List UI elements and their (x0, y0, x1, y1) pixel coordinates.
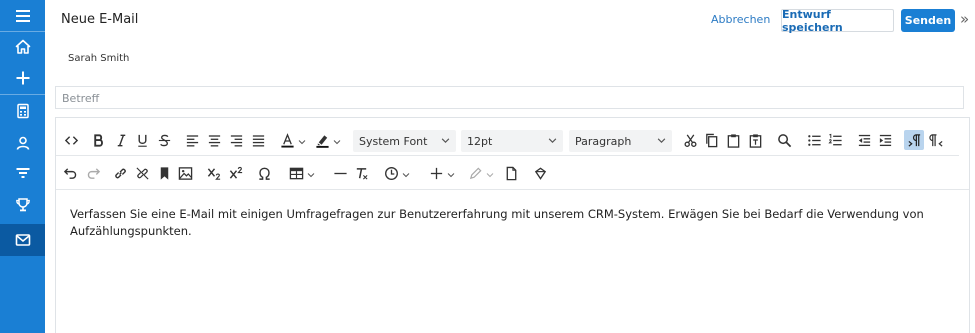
clock-icon (385, 166, 398, 180)
chevron-down-icon (447, 164, 455, 183)
sidebar (0, 0, 45, 333)
text-color-button[interactable] (278, 130, 308, 150)
font-family-value: System Font (359, 134, 428, 148)
insert-button[interactable] (427, 163, 457, 183)
table-icon (289, 167, 304, 179)
home-icon[interactable] (0, 32, 45, 62)
recipient-chip[interactable]: Sarah Smith (68, 53, 129, 64)
chevron-down-icon (333, 131, 341, 150)
toolbar-row-2 (56, 156, 969, 188)
highlighter-icon (316, 134, 329, 148)
rich-text-editor: System Font 12pt Paragraph Verfassen Sie… (55, 117, 970, 333)
sidebar-divider (0, 94, 45, 95)
undo-icon[interactable] (62, 163, 78, 183)
rtl-direction-icon[interactable] (927, 130, 945, 150)
block-format-value: Paragraph (575, 134, 632, 148)
image-icon[interactable] (177, 163, 193, 183)
editor-content[interactable]: Verfassen Sie eine E-Mail mit einigen Um… (70, 206, 950, 240)
calculator-icon[interactable] (0, 96, 45, 126)
ltr-direction-icon[interactable] (904, 130, 924, 150)
bullet-list-icon[interactable] (806, 130, 822, 150)
special-character-icon[interactable] (256, 163, 272, 183)
menu-icon[interactable] (0, 1, 45, 31)
chevron-down-icon (298, 131, 306, 150)
chevron-down-icon (307, 164, 315, 183)
chevron-down-icon (441, 135, 450, 148)
underline-icon[interactable] (134, 130, 150, 150)
outdent-icon[interactable] (856, 130, 872, 150)
numbered-list-icon[interactable] (827, 130, 843, 150)
cut-icon[interactable] (682, 130, 698, 150)
bookmark-icon[interactable] (156, 163, 172, 183)
draw-button[interactable] (466, 163, 496, 183)
strikethrough-icon[interactable] (156, 130, 172, 150)
paste-icon[interactable] (725, 130, 741, 150)
italic-icon[interactable] (113, 130, 129, 150)
font-size-value: 12pt (467, 134, 493, 148)
chevron-down-icon (548, 135, 557, 148)
insert-datetime-button[interactable] (382, 163, 412, 183)
filter-icon[interactable] (0, 158, 45, 188)
trophy-icon[interactable] (0, 190, 45, 220)
paste-text-icon[interactable] (747, 130, 763, 150)
chevron-down-icon (402, 164, 410, 183)
template-icon[interactable] (532, 163, 548, 183)
plus-icon (430, 167, 443, 179)
link-icon[interactable] (112, 163, 128, 183)
source-code-icon[interactable] (62, 130, 80, 150)
toolbar-bottom-border (56, 189, 969, 190)
align-justify-icon[interactable] (250, 130, 266, 150)
send-label: Senden (904, 14, 952, 27)
copy-icon[interactable] (703, 130, 719, 150)
contacts-icon[interactable] (0, 128, 45, 158)
indent-icon[interactable] (877, 130, 893, 150)
save-draft-label: Entwurf speichern (782, 7, 843, 34)
redo-icon[interactable] (85, 163, 101, 183)
save-draft-button[interactable]: Entwurf speichern (781, 7, 894, 34)
cancel-button[interactable]: Abbrechen (711, 13, 770, 26)
collapse-panel-icon[interactable]: » (960, 10, 969, 28)
align-right-icon[interactable] (228, 130, 244, 150)
page-icon[interactable] (503, 163, 519, 183)
subscript-icon[interactable] (205, 163, 223, 183)
subject-input[interactable]: Betreff (55, 86, 964, 109)
toolbar-row-1: System Font 12pt Paragraph (56, 123, 969, 155)
horizontal-rule-icon[interactable] (332, 163, 348, 183)
chevron-down-icon (486, 164, 494, 183)
plus-icon[interactable] (0, 63, 45, 93)
highlight-color-button[interactable] (313, 130, 343, 150)
font-size-select[interactable]: 12pt (461, 130, 563, 152)
unlink-icon[interactable] (134, 163, 150, 183)
clear-formatting-icon[interactable] (353, 163, 369, 183)
block-format-select[interactable]: Paragraph (569, 130, 672, 152)
search-icon[interactable] (776, 130, 792, 150)
pencil-icon (469, 166, 482, 179)
page-title: Neue E-Mail (61, 12, 139, 27)
mail-icon[interactable] (0, 224, 45, 256)
chevron-down-icon (657, 135, 666, 148)
align-center-icon[interactable] (206, 130, 222, 150)
send-button[interactable]: Senden (901, 9, 955, 32)
bold-icon[interactable] (90, 130, 106, 150)
font-family-select[interactable]: System Font (353, 130, 456, 152)
align-left-icon[interactable] (184, 130, 200, 150)
superscript-icon[interactable] (227, 163, 245, 183)
text-color-icon (281, 132, 294, 148)
table-button[interactable] (287, 163, 317, 183)
